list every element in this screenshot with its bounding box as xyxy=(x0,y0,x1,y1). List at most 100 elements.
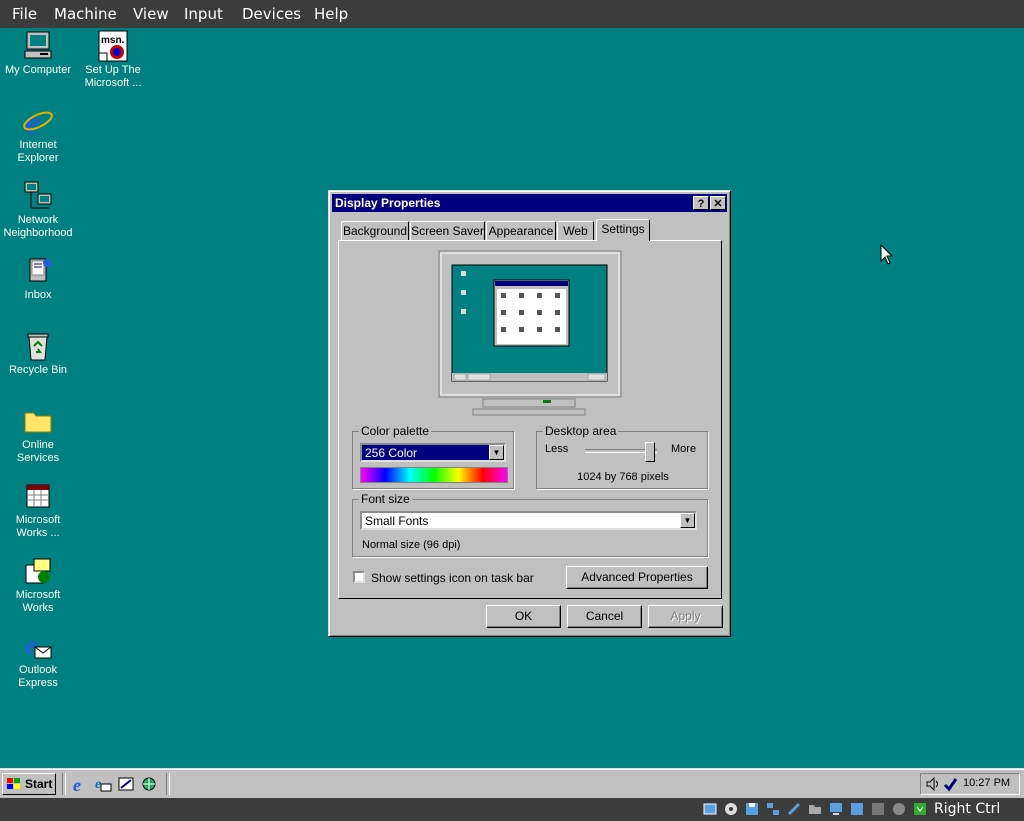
show-settings-icon-label: Show settings icon on task bar xyxy=(371,571,534,585)
desktop-icon-label: Microsoft Works ... xyxy=(15,514,61,539)
resolution-text: 1024 by 768 pixels xyxy=(577,471,669,483)
desktop-icon-network-neighborhood[interactable]: Network Neighborhood xyxy=(0,180,76,240)
volume-icon[interactable] xyxy=(925,776,941,792)
svg-text:msn.: msn. xyxy=(101,35,125,46)
desktop-area-label: Desktop area xyxy=(543,424,619,438)
svg-text:e: e xyxy=(73,775,81,793)
menu-view[interactable]: View xyxy=(133,5,169,23)
chevron-down-icon[interactable]: ▼ xyxy=(489,445,504,460)
desktop-icon-label: Microsoft Works xyxy=(15,589,61,614)
channels-icon[interactable] xyxy=(140,775,158,793)
desktop-icon-label: Internet Explorer xyxy=(17,139,59,164)
recording-icon[interactable] xyxy=(871,802,885,816)
msn-setup-icon: msn. xyxy=(98,30,128,62)
tab-appearance[interactable]: Appearance xyxy=(486,221,556,240)
host-key-label: Right Ctrl xyxy=(934,801,1001,817)
help-button[interactable]: ? xyxy=(693,196,709,210)
start-label: Start xyxy=(25,777,53,791)
desktop-icon-msn-setup[interactable]: msn. Set Up The Microsoft ... xyxy=(75,30,151,90)
mouse-integration-icon[interactable] xyxy=(913,802,927,816)
desktop-icon-online-services[interactable]: Online Services xyxy=(0,405,76,465)
desktop-icon-internet-explorer[interactable]: e Internet Explorer xyxy=(0,105,76,165)
taskbar-separator xyxy=(62,773,66,795)
my-computer-icon xyxy=(24,31,52,59)
desktop-area-group: Desktop area Less More 1024 by 768 pixel… xyxy=(536,424,708,489)
cancel-button[interactable]: Cancel xyxy=(567,605,642,628)
display-icon[interactable] xyxy=(829,802,843,816)
network-neighborhood-icon xyxy=(24,181,52,209)
font-size-value: Small Fonts xyxy=(365,514,429,528)
menu-help[interactable]: Help xyxy=(314,5,348,23)
color-palette-select[interactable]: 256 Color ▼ xyxy=(360,443,506,462)
cd-icon[interactable] xyxy=(724,802,738,816)
taskbar: Start e e 10:27 PM xyxy=(0,768,1024,798)
desktop-icon-label: Inbox xyxy=(24,289,52,301)
desktop-icon-label: Set Up The Microsoft ... xyxy=(84,64,142,89)
mouse-cursor-icon xyxy=(880,244,894,265)
show-desktop-icon[interactable] xyxy=(117,775,135,793)
menu-machine[interactable]: Machine xyxy=(54,5,117,23)
usb-icon[interactable] xyxy=(787,802,801,816)
desktop-icon-recycle-bin[interactable]: Recycle Bin xyxy=(0,330,76,377)
works-icon xyxy=(25,558,51,584)
color-palette-value: 256 Color xyxy=(365,446,418,460)
advanced-properties-button[interactable]: Advanced Properties xyxy=(566,566,708,589)
windows-logo-icon xyxy=(7,778,20,789)
outlook-express-icon[interactable]: e xyxy=(94,775,112,793)
cpu-icon[interactable] xyxy=(892,802,906,816)
display-properties-dialog: Display Properties ? ✕ Background Screen… xyxy=(328,190,731,637)
scheduler-icon[interactable] xyxy=(942,776,958,792)
menu-file[interactable]: File xyxy=(12,5,37,23)
font-size-label: Font size xyxy=(359,492,412,506)
shared-folders-icon[interactable] xyxy=(808,802,822,816)
tab-background[interactable]: Background xyxy=(341,221,409,240)
desktop-icon-label: Outlook Express xyxy=(18,664,58,689)
svg-text:e: e xyxy=(95,777,101,792)
font-size-select[interactable]: Small Fonts ▼ xyxy=(360,511,697,530)
tab-settings[interactable]: Settings xyxy=(596,219,650,241)
menu-input[interactable]: Input xyxy=(184,5,223,23)
optical-drive-icon[interactable] xyxy=(703,802,717,816)
floppy-icon[interactable] xyxy=(745,802,759,816)
host-menubar: File Machine View Input Devices Help xyxy=(0,0,1024,28)
inbox-icon xyxy=(29,258,51,282)
desktop-icon-label: Network Neighborhood xyxy=(3,214,73,239)
slider-less-label: Less xyxy=(545,443,569,455)
slider-more-label: More xyxy=(671,443,697,455)
video-capture-icon[interactable] xyxy=(850,802,864,816)
menu-devices[interactable]: Devices xyxy=(242,5,301,23)
internet-explorer-icon[interactable]: e xyxy=(71,775,89,793)
desktop-icon-my-computer[interactable]: My Computer xyxy=(0,30,76,77)
dialog-title: Display Properties xyxy=(335,196,441,210)
recycle-bin-icon xyxy=(27,333,49,361)
close-button[interactable]: ✕ xyxy=(710,196,726,210)
start-button[interactable]: Start xyxy=(2,773,56,795)
desktop-icon-label: Recycle Bin xyxy=(8,364,68,376)
desktop-icon-inbox[interactable]: Inbox xyxy=(0,255,76,302)
system-tray: 10:27 PM xyxy=(920,773,1020,795)
color-palette-group: Color palette 256 Color ▼ xyxy=(352,424,514,489)
desktop-icon-label: My Computer xyxy=(4,64,72,76)
desktop-icon-label: Online Services xyxy=(16,439,60,464)
internet-explorer-icon: e xyxy=(23,105,53,137)
outlook-express-icon: e xyxy=(25,630,52,661)
ok-button[interactable]: OK xyxy=(486,605,561,628)
host-statusbar: Right Ctrl xyxy=(0,798,1024,821)
works-calendar-icon xyxy=(26,484,50,508)
monitor-preview xyxy=(438,250,622,416)
chevron-down-icon[interactable]: ▼ xyxy=(680,513,695,528)
color-palette-label: Color palette xyxy=(359,424,432,438)
desktop-icon-outlook-express[interactable]: e Outlook Express xyxy=(0,630,76,690)
desktop-icon-works-calendar[interactable]: Microsoft Works ... xyxy=(0,480,76,540)
clock[interactable]: 10:27 PM xyxy=(963,777,1010,789)
apply-button[interactable]: Apply xyxy=(648,605,723,628)
taskbar-separator xyxy=(166,773,170,795)
network-adapter-icon[interactable] xyxy=(766,802,780,816)
tab-screen-saver[interactable]: Screen Saver xyxy=(410,221,485,240)
show-settings-icon-checkbox[interactable] xyxy=(353,571,365,583)
dialog-titlebar[interactable]: Display Properties ? ✕ xyxy=(332,194,727,212)
resolution-slider-thumb[interactable] xyxy=(645,442,655,462)
settings-panel: Color palette 256 Color ▼ Desktop area L… xyxy=(338,240,722,599)
desktop-icon-works[interactable]: Microsoft Works xyxy=(0,555,76,615)
tab-web[interactable]: Web xyxy=(557,221,594,240)
